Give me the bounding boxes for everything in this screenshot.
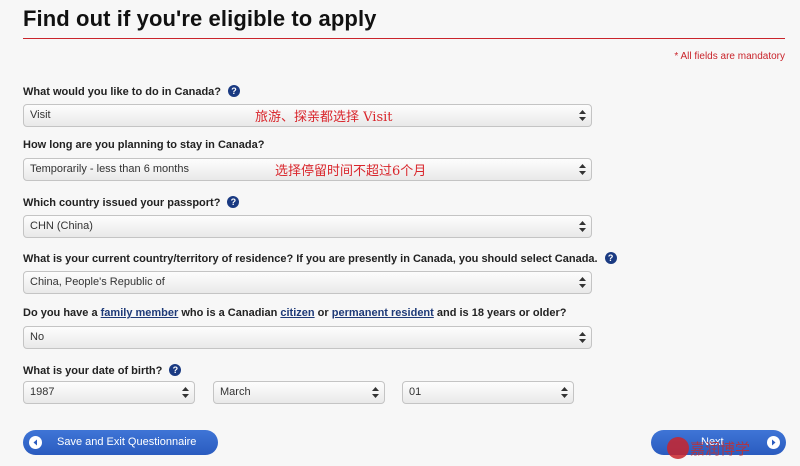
forward-arrow-icon (767, 436, 780, 449)
question-date-of-birth: What is your date of birth?? (23, 364, 182, 377)
question-label: Which country issued your passport? (23, 197, 221, 209)
select-value: March (220, 386, 251, 398)
select-arrows-icon (579, 164, 586, 175)
question-family-member: Do you have a family member who is a Can… (23, 307, 567, 319)
question-text: who is a Canadian (178, 307, 281, 319)
select-value: CHN (China) (30, 220, 93, 232)
residence-select[interactable]: China, People's Republic of (23, 271, 592, 294)
select-value: 1987 (30, 386, 55, 398)
citizen-link[interactable]: citizen (280, 307, 314, 319)
question-duration: How long are you planning to stay in Can… (23, 139, 264, 151)
help-icon[interactable]: ? (169, 364, 182, 376)
question-purpose: What would you like to do in Canada?? (23, 85, 240, 98)
family-member-link[interactable]: family member (101, 307, 179, 319)
select-arrows-icon (579, 332, 586, 343)
button-label: Save and Exit Questionnaire (57, 436, 197, 448)
question-label: What would you like to do in Canada? (23, 86, 221, 98)
annotation-note: 选择停留时间不超过6个月 (275, 164, 427, 179)
question-residence: What is your current country/territory o… (23, 252, 617, 265)
help-icon[interactable]: ? (228, 85, 240, 97)
question-label: How long are you planning to stay in Can… (23, 139, 265, 151)
question-text: and is 18 years or older? (433, 307, 567, 319)
title-divider (23, 38, 785, 39)
birth-year-select[interactable]: 1987 (23, 381, 195, 404)
select-arrows-icon (561, 387, 568, 398)
mandatory-note: * All fields are mandatory (674, 51, 785, 62)
maple-leaf-logo-icon (667, 437, 689, 459)
family-member-select[interactable]: No (23, 326, 592, 349)
watermark: 嘉润博学 (690, 441, 751, 458)
save-and-exit-button[interactable]: Save and Exit Questionnaire (23, 430, 218, 455)
select-arrows-icon (579, 221, 586, 232)
page-title: Find out if you're eligible to apply (23, 6, 377, 31)
annotation-note: 旅游、探亲都选择 Visit (255, 110, 393, 125)
select-arrows-icon (372, 387, 379, 398)
question-passport: Which country issued your passport?? (23, 196, 240, 209)
question-text: Do you have a (23, 307, 101, 319)
help-icon[interactable]: ? (604, 252, 617, 264)
birth-month-select[interactable]: March (213, 381, 385, 404)
passport-country-select[interactable]: CHN (China) (23, 215, 592, 238)
help-icon[interactable]: ? (227, 196, 240, 208)
select-value: Temporarily - less than 6 months (30, 163, 189, 175)
permanent-resident-link[interactable]: permanent resident (332, 307, 434, 319)
question-label: What is your date of birth? (23, 365, 163, 377)
birth-day-select[interactable]: 01 (402, 381, 574, 404)
question-text: or (314, 307, 332, 319)
select-arrows-icon (579, 277, 586, 288)
select-value: 01 (409, 386, 422, 398)
select-value: Visit (30, 109, 51, 121)
select-value: China, People's Republic of (30, 276, 165, 288)
select-arrows-icon (579, 110, 586, 121)
select-value: No (30, 331, 45, 343)
select-arrows-icon (182, 387, 189, 398)
question-label: What is your current country/territory o… (23, 253, 598, 265)
back-arrow-icon (29, 436, 42, 449)
